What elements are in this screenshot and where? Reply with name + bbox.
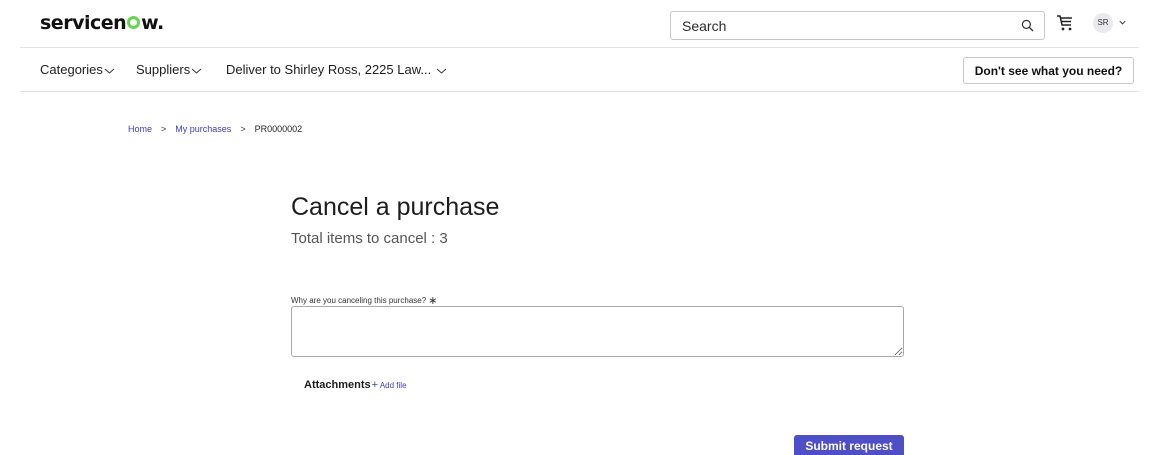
nav-deliver-to-label: Deliver to Shirley Ross, 2225 Law...	[226, 62, 432, 77]
nav-suppliers-label: Suppliers	[136, 62, 191, 77]
search-icon[interactable]	[1021, 19, 1034, 32]
avatar[interactable]: SR	[1093, 13, 1113, 33]
add-file-link[interactable]: + Add file	[371, 379, 407, 391]
header-divider	[20, 47, 1139, 48]
breadcrumb-my-purchases-link[interactable]: My purchases	[175, 124, 231, 134]
chevron-down-icon	[104, 68, 115, 74]
plus-icon: +	[371, 379, 379, 391]
search-input[interactable]	[671, 12, 1011, 39]
breadcrumb: Home > My purchases > PR0000002	[128, 124, 302, 134]
chevron-down-icon	[191, 68, 202, 74]
breadcrumb-separator: >	[161, 124, 167, 134]
cart-icon[interactable]	[1055, 13, 1075, 33]
breadcrumb-separator: >	[240, 124, 246, 134]
dont-see-what-you-need-button[interactable]: Don't see what you need?	[963, 57, 1134, 84]
top-header: servicenw. SR	[0, 0, 1159, 47]
items-to-cancel-count: Total items to cancel : 3	[291, 230, 448, 247]
nav-suppliers[interactable]: Suppliers	[136, 62, 202, 77]
nav-categories[interactable]: Categories	[40, 62, 115, 77]
nav-categories-label: Categories	[40, 62, 103, 77]
submit-request-button[interactable]: Submit request	[794, 435, 904, 455]
cancel-reason-field[interactable]	[291, 306, 904, 357]
attachments-section: Attachments+ Add file	[304, 379, 407, 391]
servicenow-logo[interactable]: servicen w.	[40, 12, 164, 34]
chevron-down-icon[interactable]	[1118, 18, 1127, 27]
add-file-label: Add file	[379, 381, 407, 390]
breadcrumb-home-link[interactable]: Home	[128, 124, 152, 134]
search-box[interactable]	[670, 11, 1045, 40]
chevron-down-icon	[436, 68, 447, 74]
reason-label-text: Why are you canceling this purchase?	[291, 296, 427, 305]
breadcrumb-current: PR0000002	[254, 124, 303, 134]
nav-deliver-to[interactable]: Deliver to Shirley Ross, 2225 Law...	[226, 62, 447, 77]
page-title: Cancel a purchase	[291, 193, 500, 221]
nav-divider	[20, 91, 1139, 92]
user-menu[interactable]: SR	[1093, 13, 1129, 33]
attachments-label: Attachments	[304, 379, 371, 391]
